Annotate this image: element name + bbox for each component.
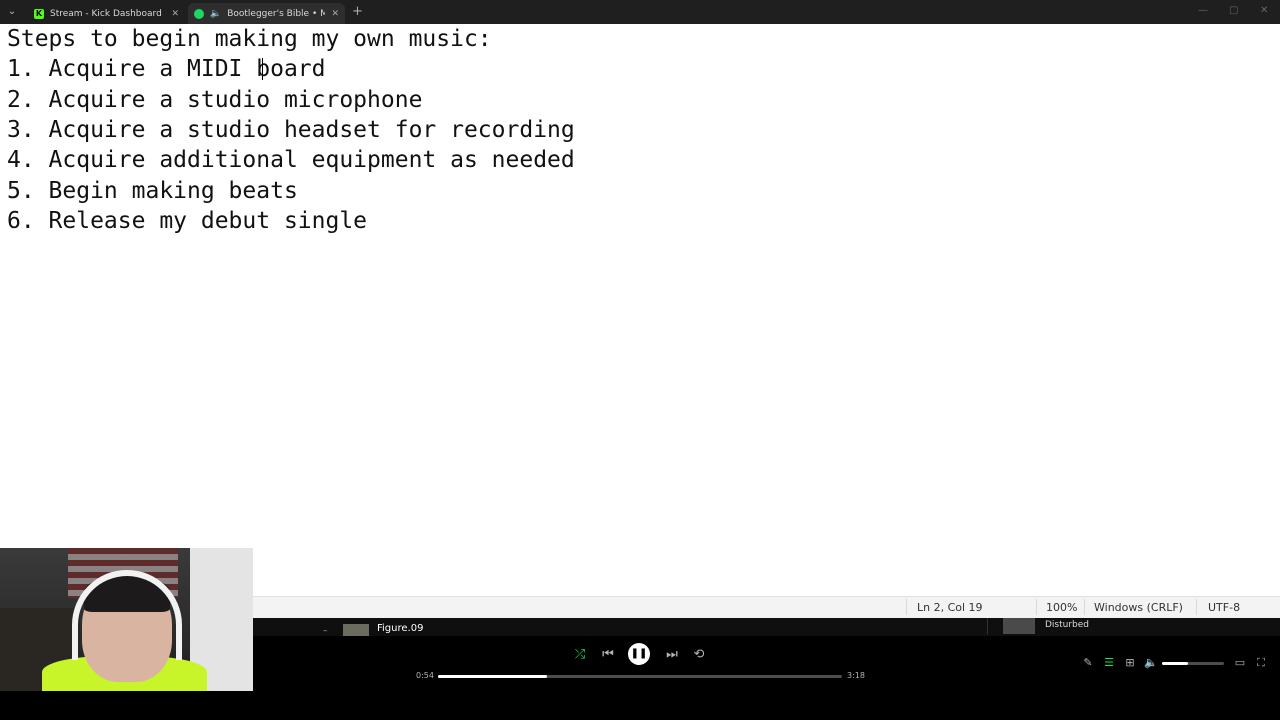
- artist-name[interactable]: Disturbed: [1045, 620, 1089, 630]
- line-endings[interactable]: Windows (CRLF): [1094, 601, 1183, 614]
- screen: ⌄ K Stream - Kick Dashboard ✕ 🔈 Bootlegg…: [0, 0, 1280, 720]
- queue-icon[interactable]: ☰: [1102, 656, 1116, 669]
- status-divider: [1084, 599, 1085, 615]
- artist-art[interactable]: [1003, 618, 1035, 634]
- shuffle-icon[interactable]: ⤮: [571, 647, 589, 663]
- zoom-level[interactable]: 100%: [1046, 601, 1077, 614]
- volume-icon[interactable]: 🔈: [1144, 656, 1158, 669]
- fullscreen-icon[interactable]: ⛶: [1254, 656, 1268, 670]
- text-caret: [262, 58, 263, 80]
- elapsed-time: 0:54: [416, 671, 434, 680]
- progress-fill: [438, 675, 548, 678]
- collapse-icon[interactable]: –: [323, 626, 328, 636]
- editor-line: 4. Acquire additional equipment as neede…: [7, 147, 575, 173]
- tab-title: Bootlegger's Bible • Mary Kut: [227, 8, 326, 19]
- tab-spotify[interactable]: 🔈 Bootlegger's Bible • Mary Kut ✕: [188, 3, 345, 24]
- browser-tab-strip: ⌄ K Stream - Kick Dashboard ✕ 🔈 Bootlegg…: [0, 0, 1280, 24]
- webcam-overlay: [0, 548, 253, 691]
- volume-fill: [1162, 662, 1189, 665]
- repeat-icon[interactable]: ⟲: [690, 647, 708, 663]
- pause-button[interactable]: ❚❚: [628, 643, 650, 665]
- tab-list-chevron-icon[interactable]: ⌄: [4, 4, 20, 20]
- connect-device-icon[interactable]: ⊞: [1123, 656, 1137, 669]
- editor-line: 5. Begin making beats: [7, 178, 298, 204]
- spotify-icon: [194, 8, 204, 19]
- close-tab-icon[interactable]: ✕: [171, 9, 179, 19]
- track-duration: 3:18: [847, 671, 865, 680]
- close-window-icon[interactable]: ✕: [1260, 5, 1268, 16]
- editor-line: 1. Acquire a MIDI board: [7, 56, 326, 82]
- speaker-icon[interactable]: 🔈: [210, 9, 221, 19]
- encoding[interactable]: UTF-8: [1208, 601, 1240, 614]
- track-title[interactable]: Figure.09: [377, 623, 423, 634]
- text-editor[interactable]: Steps to begin making my own music: 1. A…: [0, 24, 1280, 596]
- editor-line: 2. Acquire a studio microphone: [7, 87, 423, 113]
- music-player: – Figure.09 Disturbed ⤮ ⏮ ❚❚ ⏭ ⟲ 0:54 3:…: [253, 618, 1280, 691]
- maximize-icon[interactable]: ▢: [1229, 5, 1238, 16]
- volume-slider[interactable]: [1162, 662, 1224, 665]
- tab-title: Stream - Kick Dashboard: [50, 8, 162, 19]
- editor-line: 6. Release my debut single: [7, 208, 368, 234]
- editor-line: 3. Acquire a studio headset for recordin…: [7, 117, 575, 143]
- status-divider: [906, 599, 907, 615]
- next-track-icon[interactable]: ⏭: [663, 647, 681, 663]
- status-divider: [1036, 599, 1037, 615]
- previous-track-icon[interactable]: ⏮: [599, 647, 617, 663]
- bottom-bar: [0, 691, 1280, 720]
- player-top-strip: – Figure.09 Disturbed: [253, 618, 1280, 636]
- new-tab-icon[interactable]: +: [352, 5, 363, 19]
- tab-kick-dashboard[interactable]: K Stream - Kick Dashboard ✕: [28, 3, 185, 24]
- microphone-lyrics-icon[interactable]: ✎: [1081, 656, 1095, 669]
- status-divider: [1196, 599, 1197, 615]
- progress-bar[interactable]: [438, 675, 842, 678]
- kick-icon: K: [34, 8, 44, 19]
- mini-player-icon[interactable]: ▭: [1233, 656, 1247, 669]
- strip-divider: [987, 618, 988, 634]
- close-tab-icon[interactable]: ✕: [331, 9, 339, 19]
- album-art[interactable]: [343, 624, 369, 636]
- editor-line: Steps to begin making my own music:: [7, 26, 492, 52]
- minimize-icon[interactable]: —: [1198, 5, 1208, 16]
- cursor-position: Ln 2, Col 19: [917, 601, 983, 614]
